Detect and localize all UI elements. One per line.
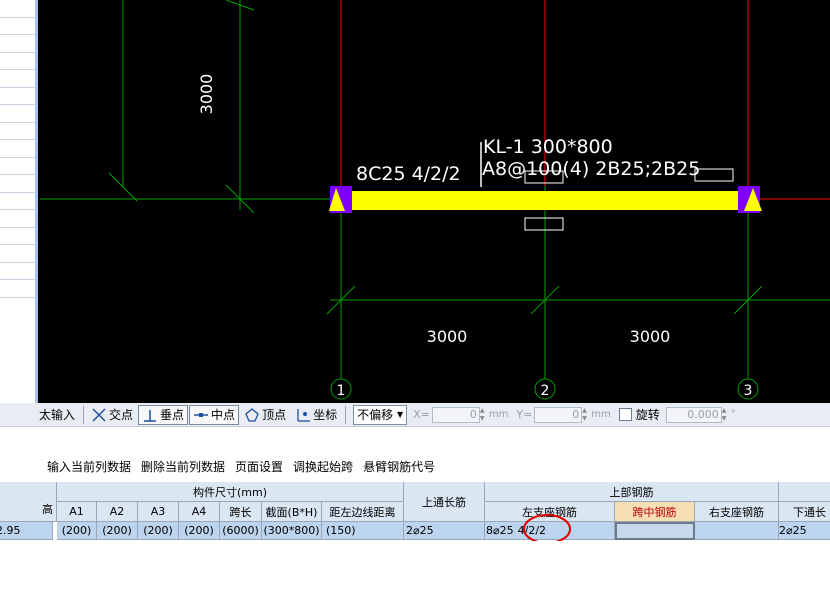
x-spin-arrows[interactable]: ▲ ▼ [480,407,488,423]
label-box-right-top[interactable] [694,168,734,182]
rotate-spin-arrows[interactable]: ▲ ▼ [722,407,730,423]
snap-intersection-button[interactable]: 交点 [87,405,137,425]
offset-select[interactable]: 不偏移 ▼ [353,404,408,425]
panel-row[interactable] [0,175,35,193]
empty-area [0,541,830,605]
label-box-mid-bottom[interactable] [524,217,564,231]
perpendicular-icon [144,409,157,422]
panel-row[interactable] [0,88,35,105]
midpoint-icon [194,412,209,417]
intersection-icon [92,407,106,422]
left-property-panel[interactable] [0,0,38,403]
snap-perpendicular-label: 垂点 [160,408,185,422]
snap-midpoint-button[interactable]: 中点 [189,404,240,425]
panel-row[interactable] [0,18,35,35]
panel-row[interactable] [0,263,35,280]
menu-swap-start-span[interactable]: 调换起始跨 [288,458,358,475]
menu-page-setup[interactable]: 页面设置 [230,458,288,475]
vertex-icon [245,407,259,422]
snap-coordinate-label: 坐标 [313,408,338,422]
toolbar-separator [83,405,85,424]
panel-row[interactable] [0,228,35,245]
span-dimension-2: 3000 [630,327,671,346]
panel-row[interactable] [0,70,35,88]
snap-perpendicular-button[interactable]: 垂点 [138,404,189,425]
snap-midpoint-label: 中点 [211,408,236,422]
rotate-label: 旋转 [635,408,660,422]
beam-name-label[interactable]: KL-1 300*800 [483,136,613,158]
panel-row[interactable] [0,53,35,70]
panel-row[interactable] [0,193,35,210]
axis-label-3: 3 [744,383,753,399]
snap-vertex-button[interactable]: 顶点 [240,405,290,425]
axis-bubble-2: 2 [534,378,556,400]
axis-label-1: 1 [337,383,346,399]
y-coordinate-label: Y= [516,408,533,421]
chevron-down-icon: ▼ [396,410,404,419]
panel-row[interactable] [0,158,35,175]
panel-row[interactable] [0,123,35,140]
x-unit-label: mm [488,409,509,420]
span-data-table: 高 构件尺寸(mm) 上通长筋 上部钢筋 A1 A2 A3 A4 跨长 截面(B… [0,480,830,544]
rotate-checkbox[interactable] [618,408,632,421]
panel-row[interactable] [0,105,35,123]
snap-vertex-label: 顶点 [262,408,287,422]
y-coordinate-input[interactable]: 0 [534,406,583,423]
axis-bubble-1: 1 [330,378,352,400]
x-coordinate-label: X= [413,408,430,421]
offset-select-value: 不偏移 [357,408,394,422]
x-coordinate-input[interactable]: 0 [431,406,480,423]
span-dimension-1: 3000 [427,327,468,346]
menu-cantilever-bar-code[interactable]: 悬臂钢筋代号 [358,458,440,475]
vertical-dimension-text: 3000 [197,74,216,115]
drawing-canvas[interactable]: KL-1 300*800 A8@100(4) 2B25;2B25 8C25 4/… [0,0,830,403]
panel-row[interactable] [0,140,35,158]
red-highlight-ellipse [523,514,571,544]
coordinate-icon [297,408,311,422]
menu-delete-current-column[interactable]: 删除当前列数据 [136,458,230,475]
annotation-overlay [523,514,571,544]
rotate-angle-input[interactable]: 0.000 [665,406,722,423]
axis-bubble-3: 3 [737,378,759,400]
panel-row[interactable] [0,245,35,263]
axis-label-2: 2 [541,383,550,399]
toolbar-blank-area [42,427,830,454]
menu-input-current-column[interactable]: 输入当前列数据 [42,458,136,475]
panel-row[interactable] [0,0,35,18]
table-menu-bar: 输入当前列数据 删除当前列数据 页面设置 调换起始跨 悬臂钢筋代号 [42,454,830,478]
snap-coordinate-button[interactable]: 坐标 [291,405,341,425]
input-mode-label[interactable]: 太输入 [0,405,79,425]
snap-intersection-label: 交点 [109,408,134,422]
y-unit-label: mm [591,409,611,420]
beam-kl1[interactable] [340,191,750,210]
snap-toolbar: 太输入 交点 垂点 中点 顶点 坐标 不偏移 ▼ X= 0 ▲ ▼ mm Y= 0… [0,403,830,427]
panel-row[interactable] [0,210,35,228]
degree-symbol: ° [730,409,736,420]
toolbar-separator-2 [345,405,347,424]
y-spin-arrows[interactable]: ▲ ▼ [582,407,590,423]
beam-reinforcement-label[interactable]: A8@100(4) 2B25;2B25 [482,158,700,180]
panel-row[interactable] [0,35,35,53]
cad-drawing[interactable]: KL-1 300*800 A8@100(4) 2B25;2B25 8C25 4/… [0,0,830,403]
left-support-bars-label[interactable]: 8C25 4/2/2 [356,163,461,185]
panel-row[interactable] [0,280,35,298]
